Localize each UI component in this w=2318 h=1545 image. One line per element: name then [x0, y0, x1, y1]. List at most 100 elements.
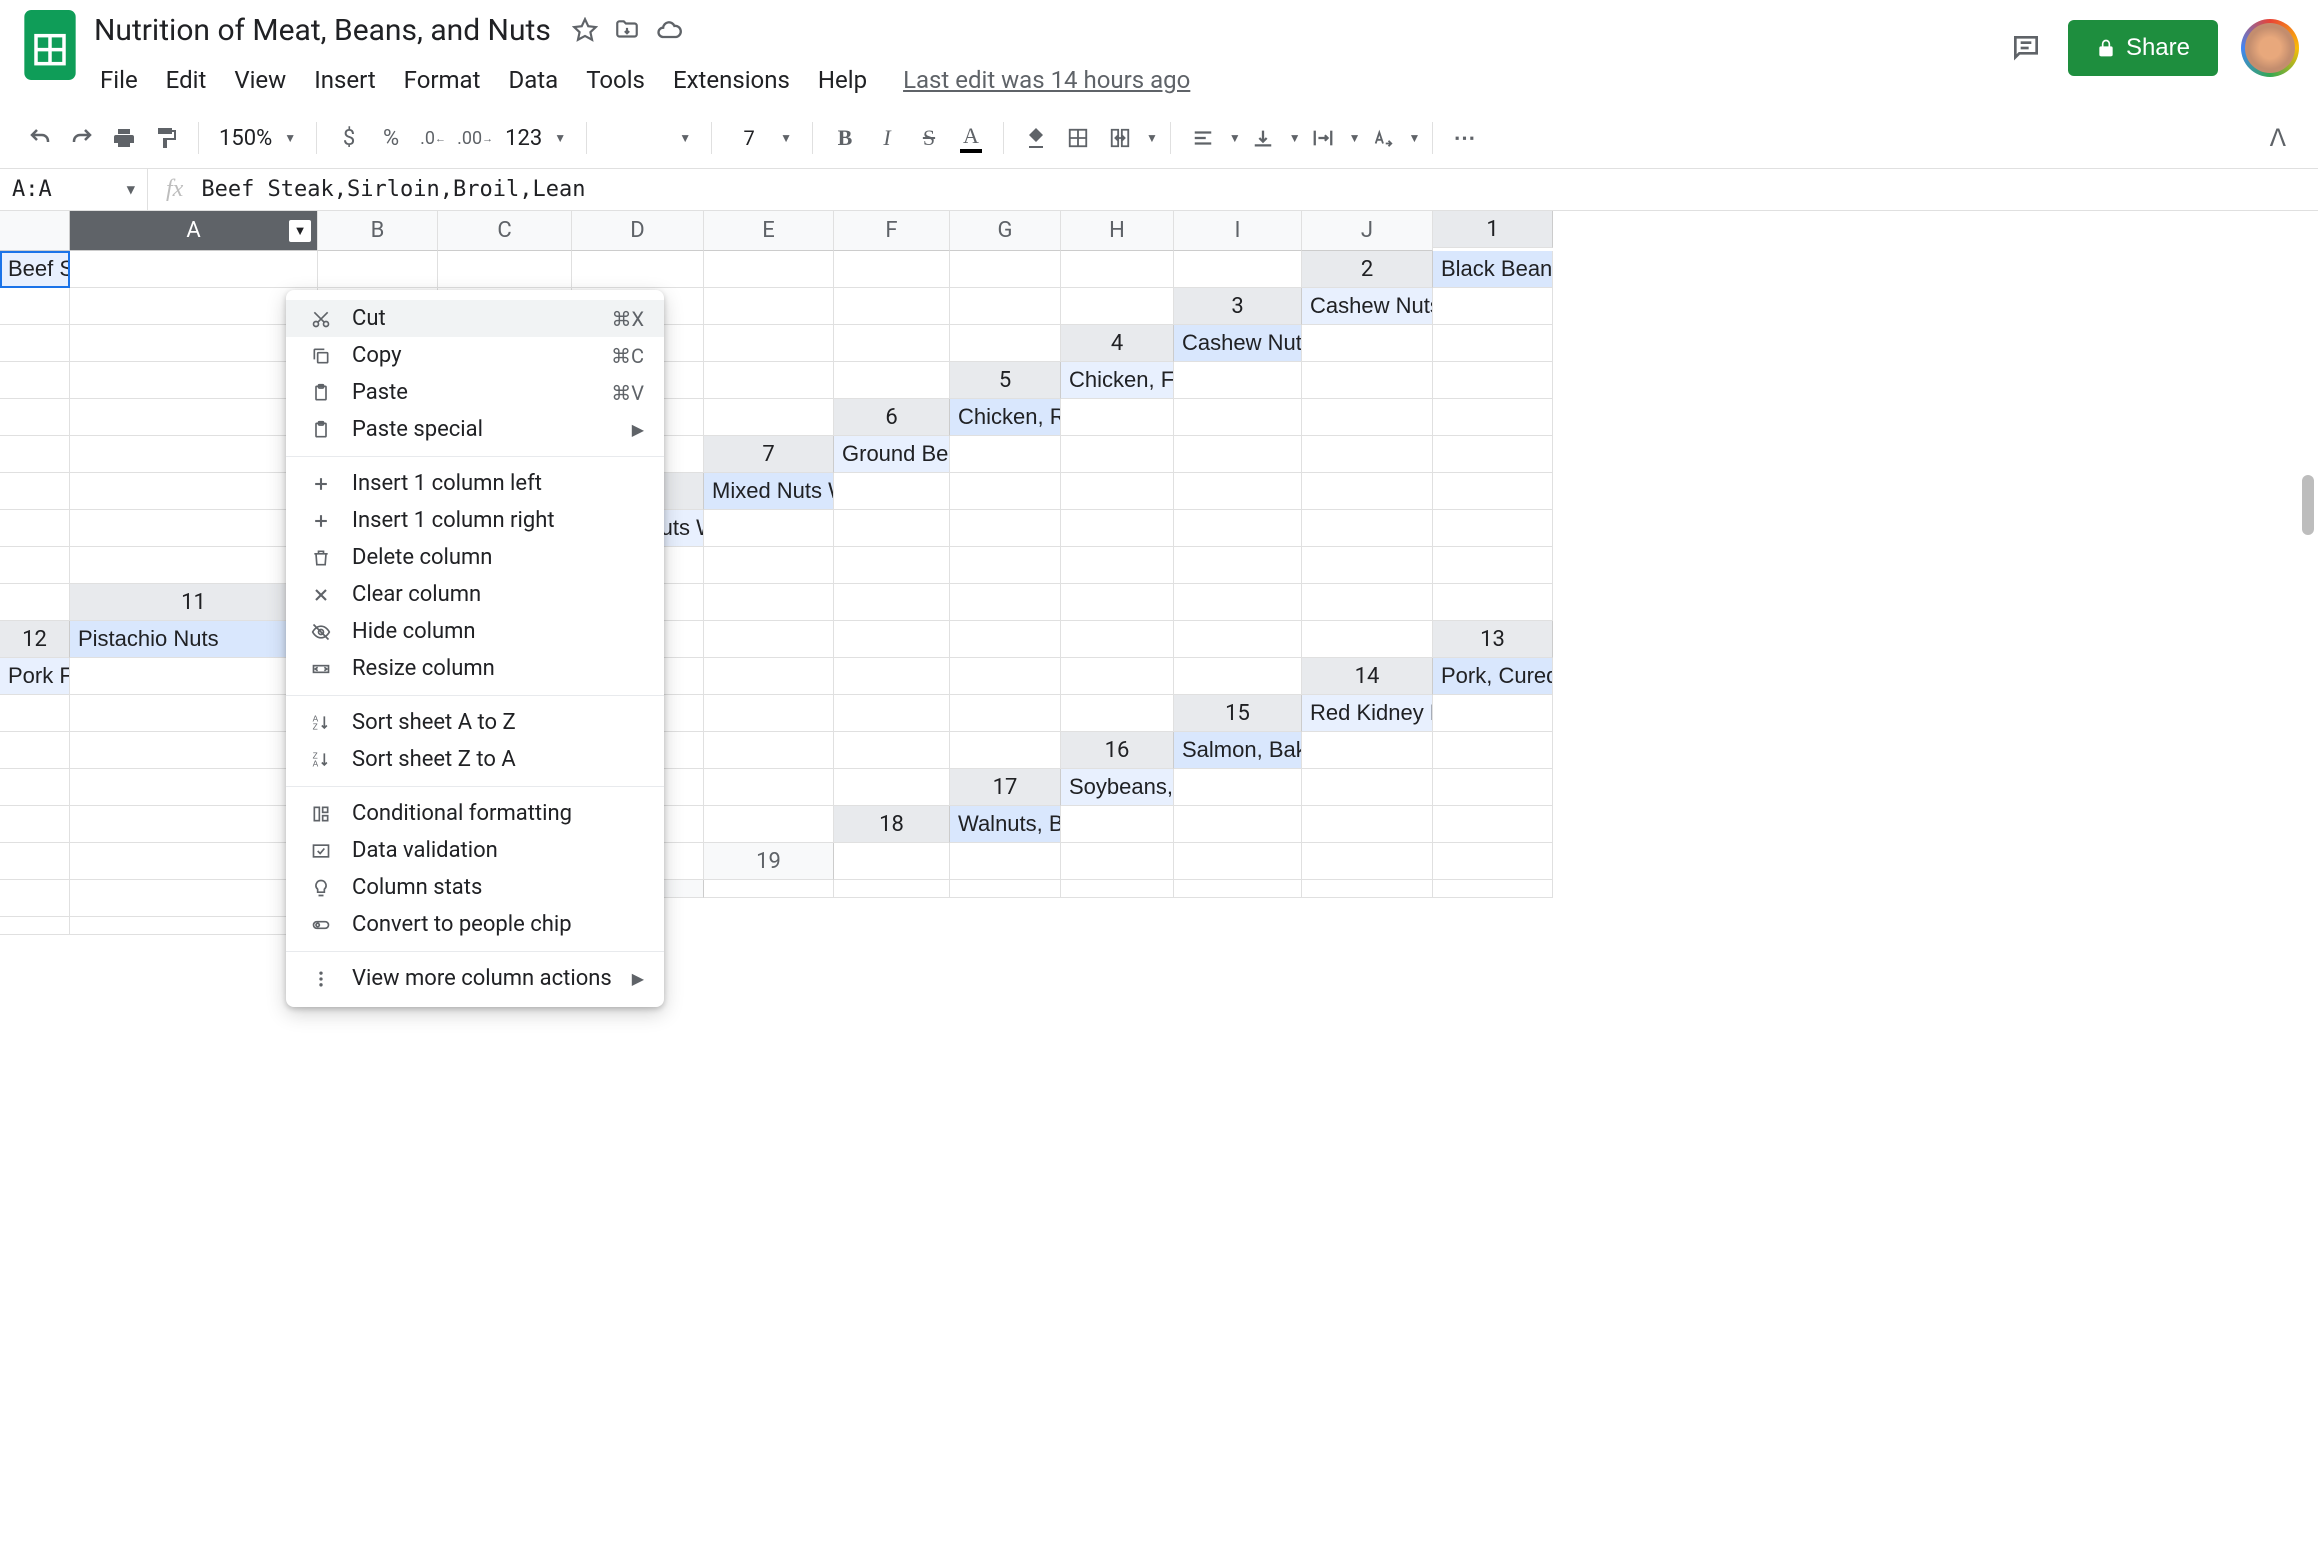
cell-G13[interactable]: [834, 658, 950, 695]
menu-item-conditional-formatting[interactable]: Conditional formatting: [286, 795, 664, 832]
cell-J13[interactable]: [1174, 658, 1302, 695]
cell-E19[interactable]: [1302, 843, 1433, 880]
cell-B4[interactable]: [1302, 325, 1433, 362]
cell-B9[interactable]: [704, 510, 834, 547]
cell-A13[interactable]: Pork Fresh Ham, Roastd, Lean: [0, 658, 70, 695]
cell-F10[interactable]: [1061, 547, 1174, 584]
row-header-19[interactable]: 19: [704, 843, 834, 880]
row-header-12[interactable]: 12: [0, 621, 70, 658]
cell-B5[interactable]: [1174, 362, 1302, 399]
cell-J11[interactable]: [1433, 584, 1553, 621]
cell-B14[interactable]: [0, 695, 70, 732]
menu-item-sort-sheet-z-to-a[interactable]: ZA Sort sheet Z to A: [286, 741, 664, 778]
cell-H14[interactable]: [834, 695, 950, 732]
cell-I8[interactable]: [70, 510, 318, 547]
vertical-scrollbar[interactable]: [2302, 475, 2314, 535]
cell-H10[interactable]: [1302, 547, 1433, 584]
cell-D10[interactable]: [834, 547, 950, 584]
column-header-I[interactable]: I: [1174, 211, 1302, 251]
cell-F20[interactable]: [1302, 880, 1433, 898]
cell-C4[interactable]: [1433, 325, 1553, 362]
row-header-4[interactable]: 4: [1061, 325, 1174, 362]
column-header-D[interactable]: D: [572, 211, 704, 251]
cell-G12[interactable]: [950, 621, 1061, 658]
column-header-E[interactable]: E: [704, 211, 834, 251]
cell-J16[interactable]: [834, 769, 950, 806]
cell-J14[interactable]: [1061, 695, 1174, 732]
cell-B1[interactable]: [70, 251, 318, 288]
column-header-F[interactable]: F: [834, 211, 950, 251]
row-header-6[interactable]: 6: [834, 399, 950, 436]
cell-E1[interactable]: [572, 251, 704, 288]
menu-file[interactable]: File: [88, 60, 150, 100]
cell-J12[interactable]: [1302, 621, 1433, 658]
column-header-A[interactable]: A▼: [70, 211, 318, 251]
cell-B16[interactable]: [1302, 732, 1433, 769]
cell-B7[interactable]: [950, 436, 1061, 473]
fill-color-icon[interactable]: [1016, 118, 1056, 158]
currency-icon[interactable]: $: [329, 118, 369, 158]
cell-H11[interactable]: [1174, 584, 1302, 621]
cell-D7[interactable]: [1174, 436, 1302, 473]
row-header-7[interactable]: 7: [704, 436, 834, 473]
account-avatar[interactable]: [2242, 20, 2298, 76]
menu-item-view-more-column-actions[interactable]: View more column actions ▶: [286, 960, 664, 997]
cell-I4[interactable]: [704, 362, 834, 399]
move-icon[interactable]: [613, 16, 641, 44]
cell-A1[interactable]: Beef Steak,Sirloin,Broil,Lean: [0, 251, 70, 288]
cell-E6[interactable]: [1433, 399, 1553, 436]
cell-G10[interactable]: [1174, 547, 1302, 584]
menu-item-hide-column[interactable]: Hide column: [286, 613, 664, 650]
row-header-1[interactable]: 1: [1433, 211, 1553, 248]
menu-item-convert-to-people-chip[interactable]: Convert to people chip: [286, 906, 664, 943]
cell-F18[interactable]: [0, 843, 70, 880]
cell-G11[interactable]: [1061, 584, 1174, 621]
cell-D16[interactable]: [0, 769, 70, 806]
cell-E16[interactable]: [70, 769, 318, 806]
undo-icon[interactable]: [20, 118, 60, 158]
font-size-selector[interactable]: 7: [724, 126, 774, 150]
menu-item-sort-sheet-a-to-z[interactable]: AZ Sort sheet A to Z: [286, 704, 664, 741]
cell-D9[interactable]: [950, 510, 1061, 547]
cell-B20[interactable]: [834, 880, 950, 898]
sheets-logo-icon[interactable]: [20, 10, 80, 80]
cell-C16[interactable]: [1433, 732, 1553, 769]
menu-item-copy[interactable]: Copy ⌘C: [286, 337, 664, 374]
caret-down-icon[interactable]: ▼: [1409, 131, 1421, 145]
cell-E5[interactable]: [0, 399, 70, 436]
row-header-14[interactable]: 14: [1302, 658, 1433, 695]
cell-C10[interactable]: [704, 547, 834, 584]
text-wrap-icon[interactable]: [1303, 118, 1343, 158]
row-header-16[interactable]: 16: [1061, 732, 1174, 769]
cell-C17[interactable]: [1302, 769, 1433, 806]
cell-E20[interactable]: [1174, 880, 1302, 898]
print-icon[interactable]: [104, 118, 144, 158]
row-header-2[interactable]: 2: [1302, 251, 1433, 288]
cell-A20[interactable]: [704, 880, 834, 898]
cell-H9[interactable]: [1433, 510, 1553, 547]
cell-E7[interactable]: [1302, 436, 1433, 473]
cell-A16[interactable]: Salmon, Baked, Red: [1174, 732, 1302, 769]
cell-I9[interactable]: [0, 547, 70, 584]
cell-C5[interactable]: [1302, 362, 1433, 399]
column-header-H[interactable]: H: [1061, 211, 1174, 251]
cell-E11[interactable]: [834, 584, 950, 621]
cell-F19[interactable]: [1433, 843, 1553, 880]
cell-H15[interactable]: [704, 732, 834, 769]
menu-item-insert-1-column-right[interactable]: Insert 1 column right: [286, 502, 664, 539]
menu-item-paste-special[interactable]: Paste special ▶: [286, 411, 664, 448]
cell-F5[interactable]: [70, 399, 318, 436]
cell-I13[interactable]: [1061, 658, 1174, 695]
last-edit-link[interactable]: Last edit was 14 hours ago: [903, 66, 1190, 94]
cell-B15[interactable]: [1433, 695, 1553, 732]
cell-G2[interactable]: [704, 288, 834, 325]
cell-A17[interactable]: Soybeans, Dry, Cooked, Drained: [1061, 769, 1174, 806]
cell-J5[interactable]: [704, 399, 834, 436]
column-header-J[interactable]: J: [1302, 211, 1433, 251]
share-button[interactable]: Share: [2068, 20, 2218, 76]
redo-icon[interactable]: [62, 118, 102, 158]
cell-F6[interactable]: [0, 436, 70, 473]
cell-J15[interactable]: [950, 732, 1061, 769]
cell-H7[interactable]: [70, 473, 318, 510]
menu-item-cut[interactable]: Cut ⌘X: [286, 300, 664, 337]
